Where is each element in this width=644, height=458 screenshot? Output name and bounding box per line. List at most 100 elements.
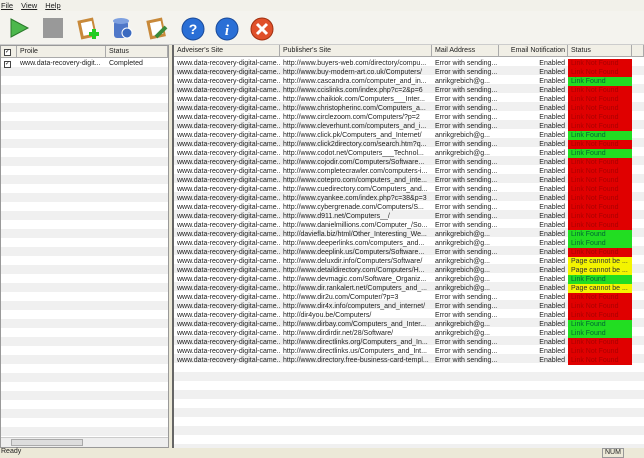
email-notification: Enabled	[539, 150, 565, 157]
menu-help[interactable]: Help	[45, 0, 60, 11]
table-row[interactable]: www.data-recovery-digital-came... http://…	[174, 293, 644, 302]
publisher-site: http://www.deluxdir.info/Computers/Softw…	[283, 258, 423, 265]
email-notification: Enabled	[539, 96, 565, 103]
table-row[interactable]: www.data-recovery-digital-came... http://…	[174, 311, 644, 320]
table-row[interactable]: www.data-recovery-digital-came... http://…	[174, 113, 644, 122]
table-row[interactable]: www.data-recovery-digital-came... http://…	[174, 194, 644, 203]
adviser: www.data-recovery-digital-came...	[177, 78, 280, 85]
link-status: Link Not Found	[568, 68, 632, 77]
link-status: Link Not Found	[568, 185, 632, 194]
svg-text:?: ?	[189, 21, 198, 37]
table-row[interactable]: www.data-recovery-digital-came... http://…	[174, 140, 644, 149]
adviser: www.data-recovery-digital-came...	[177, 357, 280, 364]
table-row[interactable]: www.data-recovery-digital-came... http://…	[174, 203, 644, 212]
link-status: Page cannot be ...	[568, 266, 632, 275]
add-profile-button[interactable]	[77, 17, 99, 40]
table-row[interactable]: www.data-recovery-digital-came... http://…	[174, 338, 644, 347]
table-row[interactable]: www.data-recovery-digital-came... http://…	[174, 77, 644, 86]
profile-row[interactable]: ✓ www.data-recovery-digit... Completed	[1, 58, 168, 69]
table-row[interactable]: www.data-recovery-digital-came... http://…	[174, 221, 644, 230]
adviser: www.data-recovery-digital-came...	[177, 213, 280, 220]
profile-checkbox[interactable]: ✓	[1, 58, 17, 69]
delete-button[interactable]	[111, 17, 133, 39]
adviser: www.data-recovery-digital-came...	[177, 240, 280, 247]
email-notification: Enabled	[539, 78, 565, 85]
column-status[interactable]: Status	[568, 45, 632, 56]
table-row[interactable]: www.data-recovery-digital-came... http://…	[174, 95, 644, 104]
stop-button[interactable]	[42, 17, 64, 39]
mail-address: Error with sending...	[435, 168, 498, 175]
profile-header: ✓ Proile Status	[1, 46, 168, 58]
table-row[interactable]: www.data-recovery-digital-came... http://…	[174, 284, 644, 293]
mail-address: anrikgrebich@g...	[435, 258, 490, 265]
publisher-site: http://www.christopherinc.com/Computers_…	[283, 105, 426, 112]
exit-button[interactable]	[250, 17, 274, 41]
table-row[interactable]: www.data-recovery-digital-came... http://…	[174, 86, 644, 95]
email-notification: Enabled	[539, 60, 565, 67]
table-row[interactable]: www.data-recovery-digital-came... http://…	[174, 131, 644, 140]
table-row[interactable]: www.data-recovery-digital-came... http://…	[174, 257, 644, 266]
table-row[interactable]: www.data-recovery-digital-came... http://…	[174, 158, 644, 167]
email-notification: Enabled	[539, 240, 565, 247]
table-row[interactable]: www.data-recovery-digital-came... http://…	[174, 356, 644, 365]
menu-file[interactable]: File	[1, 0, 13, 11]
scrollbar-thumb[interactable]	[11, 439, 83, 446]
email-notification: Enabled	[539, 177, 565, 184]
column-adviser-site[interactable]: Adveiser's Site	[174, 45, 280, 56]
mail-address: Error with sending...	[435, 249, 498, 256]
column-publisher-site[interactable]: Publisher's Site	[280, 45, 432, 56]
table-row[interactable]: www.data-recovery-digital-came... http://…	[174, 167, 644, 176]
table-row[interactable]: www.data-recovery-digital-came... http://…	[174, 212, 644, 221]
link-status: Link Not Found	[568, 356, 632, 365]
table-row[interactable]: www.data-recovery-digital-came... http://…	[174, 122, 644, 131]
table-row[interactable]: www.data-recovery-digital-came... http://…	[174, 347, 644, 356]
mail-address: anrikgrebich@g...	[435, 231, 490, 238]
column-status[interactable]: Status	[106, 46, 168, 57]
about-button[interactable]: i	[215, 17, 239, 41]
email-notification: Enabled	[539, 249, 565, 256]
link-status: Page cannot be ...	[568, 284, 632, 293]
mail-address: Error with sending...	[435, 303, 498, 310]
column-email-notification[interactable]: Email Notification	[499, 45, 568, 56]
profile-panel: ✓ Proile Status ✓ www.data-recovery-digi…	[0, 45, 169, 448]
menu-view[interactable]: View	[21, 0, 37, 11]
adviser: www.data-recovery-digital-came...	[177, 105, 280, 112]
table-row[interactable]: www.data-recovery-digital-came... http://…	[174, 68, 644, 77]
table-row[interactable]: www.data-recovery-digital-came... http://…	[174, 185, 644, 194]
adviser: www.data-recovery-digital-came...	[177, 330, 280, 337]
email-notification: Enabled	[539, 87, 565, 94]
column-profile[interactable]: Proile	[17, 46, 106, 57]
link-status: Link Not Found	[568, 158, 632, 167]
table-row[interactable]: www.data-recovery-digital-came... http://…	[174, 239, 644, 248]
num-lock-indicator: NUM	[602, 448, 624, 458]
select-all-checkbox[interactable]: ✓	[1, 46, 17, 57]
table-row[interactable]: www.data-recovery-digital-came... http://…	[174, 230, 644, 239]
email-notification: Enabled	[539, 357, 565, 364]
column-mail-address[interactable]: Mail Address	[432, 45, 499, 56]
adviser: www.data-recovery-digital-came...	[177, 132, 280, 139]
email-notification: Enabled	[539, 123, 565, 130]
email-notification: Enabled	[539, 321, 565, 328]
help-button[interactable]: ?	[181, 17, 205, 41]
play-icon	[10, 18, 30, 38]
table-row[interactable]: www.data-recovery-digital-came... http://…	[174, 275, 644, 284]
table-row[interactable]: www.data-recovery-digital-came... http://…	[174, 266, 644, 275]
adviser: www.data-recovery-digital-came...	[177, 168, 280, 175]
table-row[interactable]: www.data-recovery-digital-came... http://…	[174, 149, 644, 158]
edit-profile-button[interactable]	[146, 17, 168, 40]
publisher-site: http://www.codot.net/Computers___Technol…	[283, 150, 424, 157]
table-row[interactable]: www.data-recovery-digital-came... http://…	[174, 176, 644, 185]
table-row[interactable]: www.data-recovery-digital-came... http://…	[174, 320, 644, 329]
table-row[interactable]: www.data-recovery-digital-came... http://…	[174, 104, 644, 113]
adviser: www.data-recovery-digital-came...	[177, 267, 280, 274]
horizontal-scrollbar[interactable]	[1, 437, 168, 447]
table-row[interactable]: www.data-recovery-digital-came... http://…	[174, 329, 644, 338]
table-row[interactable]: www.data-recovery-digital-came... http://…	[174, 248, 644, 257]
table-row[interactable]: www.data-recovery-digital-came... http://…	[174, 302, 644, 311]
link-status: Link Found	[568, 131, 632, 140]
start-button[interactable]	[8, 17, 30, 39]
link-status: Link Not Found	[568, 59, 632, 68]
table-row[interactable]: www.data-recovery-digital-came... http://…	[174, 59, 644, 68]
publisher-site: http://www.directlinks.org/Computers_and…	[283, 339, 428, 346]
email-notification: Enabled	[539, 294, 565, 301]
